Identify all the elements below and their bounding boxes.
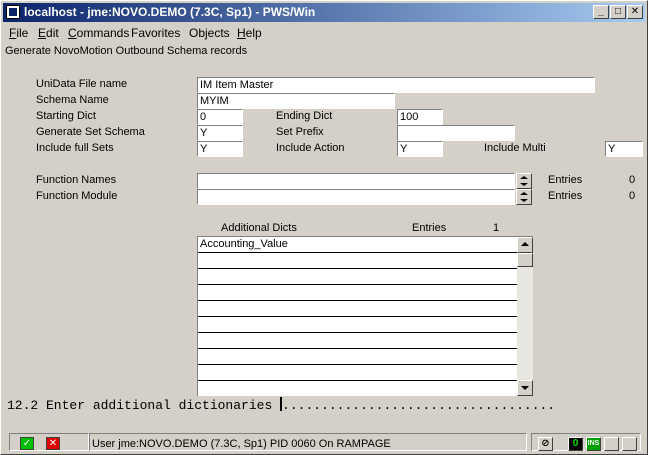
minimize-button[interactable]: _ xyxy=(593,5,609,19)
arrow-up-icon xyxy=(521,242,529,246)
list-scrollbar[interactable] xyxy=(517,237,533,396)
unidata-file-label: UniData File name xyxy=(36,78,128,90)
ins-indicator: INS xyxy=(586,437,601,451)
starting-dict-field[interactable]: 0 xyxy=(197,109,243,125)
scroll-down-button[interactable] xyxy=(517,380,533,396)
scroll-thumb[interactable] xyxy=(517,253,533,267)
list-item[interactable] xyxy=(198,285,517,301)
generate-set-schema-field[interactable]: Y xyxy=(197,125,243,141)
include-multi-field[interactable]: Y xyxy=(605,141,643,157)
list-item[interactable] xyxy=(198,269,517,285)
menu-commands[interactable]: Commands xyxy=(68,26,129,40)
function-names-spinner[interactable] xyxy=(516,173,532,189)
close-button[interactable]: ✕ xyxy=(627,5,643,19)
status-text-panel: User jme:NOVO.DEMO (7.3C, Sp1) PID 0060 … xyxy=(89,433,527,451)
include-action-label: Include Action xyxy=(276,142,345,154)
status-indicators-panel: ⊘ 0 INS xyxy=(531,433,641,451)
prompt-dots: ................................... xyxy=(282,398,556,413)
function-module-spinner[interactable] xyxy=(516,189,532,205)
ending-dict-field[interactable]: 100 xyxy=(397,109,443,125)
function-names-entries-label: Entries xyxy=(548,174,583,186)
arrow-up-icon[interactable] xyxy=(520,192,528,195)
function-names-field[interactable] xyxy=(197,173,515,189)
include-full-sets-label: Include full Sets xyxy=(36,142,114,154)
function-module-field[interactable] xyxy=(197,189,515,205)
unidata-file-field[interactable]: IM Item Master xyxy=(197,77,595,93)
function-module-entries-count: 0 xyxy=(629,190,636,202)
ending-dict-label: Ending Dict xyxy=(276,110,333,122)
list-item[interactable] xyxy=(198,381,517,397)
no-entry-icon: ⊘ xyxy=(538,437,553,451)
status-indicator-blank xyxy=(604,437,619,451)
window-title: localhost - jme:NOVO.DEMO (7.3C, Sp1) - … xyxy=(24,5,316,19)
arrow-down-icon xyxy=(521,386,529,390)
scroll-up-button[interactable] xyxy=(517,237,533,253)
zero-indicator: 0 xyxy=(568,437,583,451)
menu-edit[interactable]: Edit xyxy=(38,26,59,40)
set-prefix-field[interactable] xyxy=(397,125,515,141)
menu-help[interactable]: Help xyxy=(237,26,262,40)
additional-dicts-entries-count: 1 xyxy=(493,222,500,234)
maximize-button[interactable]: □ xyxy=(610,5,626,19)
additional-dicts-list[interactable]: Accounting_Value xyxy=(197,236,533,396)
command-prompt[interactable]: 12.2 Enter additional dictionaries .....… xyxy=(7,397,555,413)
include-full-sets-field[interactable]: Y xyxy=(197,141,243,157)
set-prefix-label: Set Prefix xyxy=(276,126,324,138)
arrow-down-icon[interactable] xyxy=(520,199,528,202)
status-text: User jme:NOVO.DEMO (7.3C, Sp1) PID 0060 … xyxy=(92,438,391,450)
arrow-down-icon[interactable] xyxy=(520,183,528,186)
list-item[interactable] xyxy=(198,349,517,365)
app-icon[interactable] xyxy=(6,5,20,19)
status-indicator-blank xyxy=(622,437,637,451)
function-module-label: Function Module xyxy=(36,190,118,202)
list-item[interactable] xyxy=(198,333,517,349)
function-names-label: Function Names xyxy=(36,174,117,186)
app-window: localhost - jme:NOVO.DEMO (7.3C, Sp1) - … xyxy=(0,0,648,455)
list-item[interactable] xyxy=(198,301,517,317)
menu-objects[interactable]: Objects xyxy=(189,26,230,40)
include-action-field[interactable]: Y xyxy=(397,141,443,157)
check-icon[interactable]: ✓ xyxy=(20,437,34,450)
list-item[interactable] xyxy=(198,365,517,381)
schema-name-field[interactable]: MYIM xyxy=(197,93,395,109)
schema-name-label: Schema Name xyxy=(36,94,109,106)
function-names-entries-count: 0 xyxy=(629,174,636,186)
menu-bar: File Edit Commands Favorites Objects Hel… xyxy=(3,24,645,42)
function-module-entries-label: Entries xyxy=(548,190,583,202)
list-item[interactable]: Accounting_Value xyxy=(198,237,517,253)
prompt-text: 12.2 Enter additional dictionaries xyxy=(7,398,281,413)
generate-set-schema-label: Generate Set Schema xyxy=(36,126,145,138)
menu-favorites[interactable]: Favorites xyxy=(131,26,180,40)
status-bar: ✓ ✕ User jme:NOVO.DEMO (7.3C, Sp1) PID 0… xyxy=(3,431,645,453)
additional-dicts-entries-label: Entries xyxy=(412,222,447,234)
arrow-up-icon[interactable] xyxy=(520,176,528,179)
status-buttons-panel: ✓ ✕ xyxy=(9,433,89,451)
menu-file[interactable]: File xyxy=(9,26,28,40)
list-item[interactable] xyxy=(198,317,517,333)
title-bar[interactable]: localhost - jme:NOVO.DEMO (7.3C, Sp1) - … xyxy=(3,3,645,22)
screen-subtitle: Generate NovoMotion Outbound Schema reco… xyxy=(5,45,248,57)
include-multi-label: Include Multi xyxy=(484,142,546,154)
additional-dicts-header: Additional Dicts xyxy=(221,222,297,234)
x-icon[interactable]: ✕ xyxy=(46,437,60,450)
list-item[interactable] xyxy=(198,253,517,269)
starting-dict-label: Starting Dict xyxy=(36,110,96,122)
